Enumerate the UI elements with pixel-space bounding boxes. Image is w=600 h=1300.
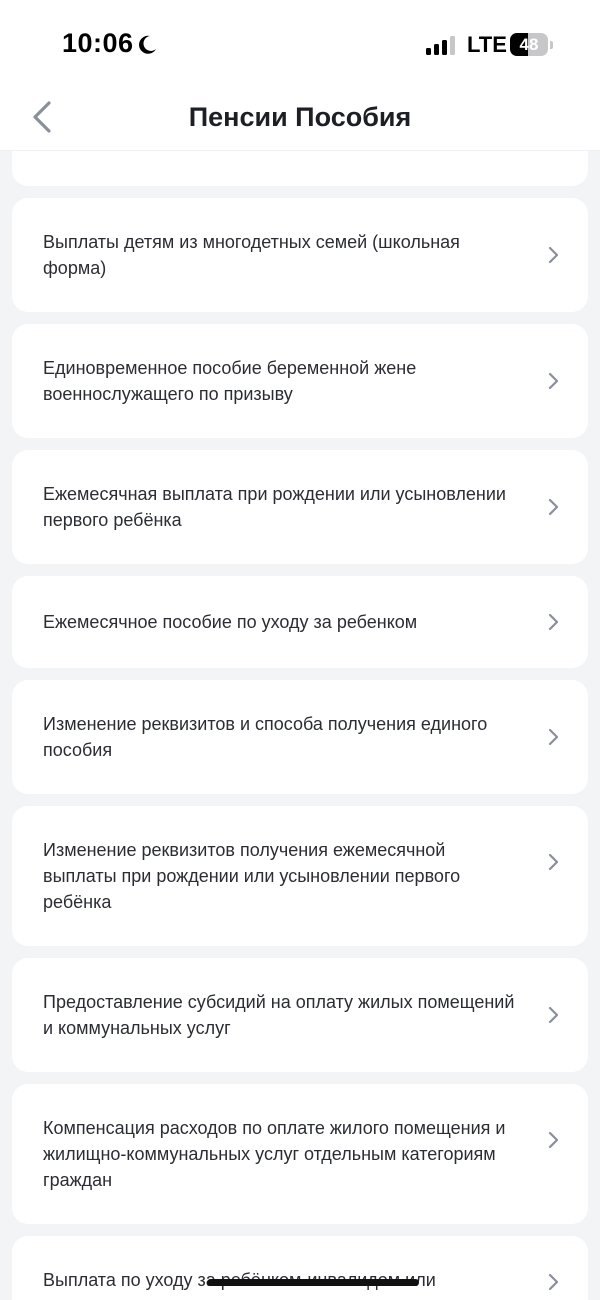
navigation-header: Пенсии Пособия [0, 90, 600, 151]
page-title: Пенсии Пособия [188, 102, 412, 132]
service-item-label: Ежемесячная выплата при рождении или усы… [43, 484, 506, 530]
service-item-label: Изменение реквизитов и способа получения… [43, 714, 488, 760]
service-item[interactable]: Ежемесячное пособие по уходу за ребенком [12, 576, 588, 668]
service-item-label: Компенсация расходов по оплате жилого по… [43, 1118, 506, 1190]
chevron-right-icon [548, 1006, 560, 1024]
service-item[interactable]: Единовременное пособие беременной жене в… [12, 324, 588, 438]
chevron-right-icon [548, 1131, 560, 1149]
battery-level: 48 [519, 35, 539, 54]
service-item[interactable]: Компенсация расходов по оплате жилого по… [12, 1084, 588, 1224]
chevron-right-icon [548, 246, 560, 264]
service-item[interactable]: Выплаты детям из многодетных семей (школ… [12, 198, 588, 312]
chevron-right-icon [548, 1273, 560, 1291]
service-item-label: Единовременное пособие беременной жене в… [43, 358, 417, 404]
chevron-right-icon [548, 372, 560, 390]
service-item-label: Выплаты детям из многодетных семей (школ… [43, 232, 460, 278]
chevron-right-icon [548, 728, 560, 746]
network-type: LTE [467, 32, 507, 57]
chevron-right-icon [548, 613, 560, 631]
service-item[interactable]: Выплата по уходу за ребёнком-инвалидом и… [12, 1236, 588, 1300]
chevron-right-icon [548, 498, 560, 516]
service-item-label: Предоставление субсидий на оплату жилых … [43, 992, 515, 1038]
service-item[interactable]: Изменение реквизитов и способа получения… [12, 680, 588, 794]
chevron-right-icon [548, 853, 560, 871]
battery-icon: 48 [510, 33, 554, 56]
redaction-mark [207, 1279, 419, 1286]
services-list: Выплаты детям из многодетных семей (школ… [0, 150, 600, 1300]
service-item-label: Ежемесячное пособие по уходу за ребенком [43, 612, 418, 632]
service-item[interactable]: Ежемесячная выплата при рождении или усы… [12, 450, 588, 564]
service-item-partial[interactable] [12, 150, 588, 186]
service-item-label: Изменение реквизитов получения ежемесячн… [43, 840, 461, 912]
service-item[interactable]: Изменение реквизитов получения ежемесячн… [12, 806, 588, 946]
status-time: 10:06 [62, 28, 134, 58]
cellular-signal-icon [426, 35, 458, 55]
status-bar: 10:06 LTE 48 [0, 0, 600, 90]
service-item[interactable]: Предоставление субсидий на оплату жилых … [12, 958, 588, 1072]
moon-icon [136, 34, 158, 56]
